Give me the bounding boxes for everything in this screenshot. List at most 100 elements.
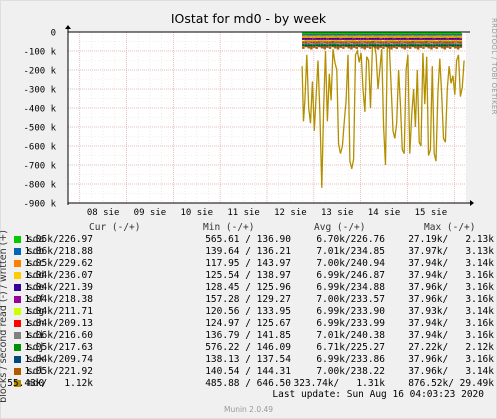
disk-band-mark — [416, 46, 420, 50]
legend-max: 37.97k/ 3.13k — [408, 246, 494, 257]
disk-band-mark — [411, 46, 415, 48]
legend-max: 27.19k/ 2.13k — [408, 234, 494, 245]
disk-band-mark — [419, 46, 423, 48]
disk-band-mark — [400, 35, 404, 37]
x-tick-label: 12 sie — [274, 208, 307, 218]
legend-max: 876.52k/ 29.49k — [408, 378, 494, 389]
disk-band-mark — [400, 41, 404, 43]
disk-band-mark — [307, 41, 310, 43]
munin-version: Munin 2.0.49 — [223, 405, 274, 414]
legend-cur: 1.05k/229.62 — [24, 258, 93, 269]
disk-band-mark — [411, 34, 415, 36]
disk-band-mark — [368, 45, 372, 46]
disk-band-mark — [302, 45, 305, 46]
x-tick-label: 14 sie — [368, 208, 401, 218]
disk-band-mark — [352, 43, 356, 45]
legend-row-sdj: sdj 1.05k/217.63 576.22 / 146.09 6.71k/225.… — [0, 342, 497, 354]
disk-band-mark — [406, 46, 409, 48]
disk-band-mark — [435, 39, 439, 40]
legend-header-avg: Avg (-/+) — [314, 222, 366, 233]
legend-max: 37.93k/ 3.14k — [408, 306, 494, 317]
disk-band-mark — [432, 46, 436, 48]
disk-band-mark — [379, 37, 383, 39]
legend-cur: 1.04k/209.13 — [24, 318, 93, 329]
disk-band-mark — [438, 46, 441, 48]
disk-band-mark — [326, 43, 329, 45]
disk-band-mark — [328, 33, 332, 34]
disk-band-mark — [339, 43, 342, 45]
legend-avg: 6.99k/233.90 — [316, 306, 385, 317]
disk-band-mark — [350, 36, 353, 38]
legend-avg: 7.00k/240.94 — [316, 258, 385, 269]
disk-band-mark — [379, 43, 383, 45]
disk-band-mark — [414, 35, 417, 37]
legend-swatch — [14, 344, 21, 351]
disk-band-mark — [363, 46, 367, 50]
disk-band-mark — [310, 36, 313, 38]
disk-band-mark — [342, 39, 345, 40]
disk-band-mark — [427, 46, 431, 49]
disk-band-mark — [368, 39, 372, 40]
legend-min: 117.95 / 143.97 — [205, 258, 291, 269]
legend-swatch — [14, 236, 21, 243]
legend-row-sdb: sdb 1.06k/218.88 139.64 / 136.21 7.01k/234.… — [0, 246, 497, 258]
y-tick-label: -900 k — [23, 200, 56, 210]
disk-band-mark — [350, 42, 353, 44]
legend-row-sdh: sdh 1.04k/209.13 124.97 / 125.67 6.99k/233.… — [0, 318, 497, 330]
disk-band-mark — [315, 33, 318, 34]
legend-cur: 55.43k/ 1.12k — [7, 378, 93, 389]
y-tick-label: -800 k — [23, 181, 56, 191]
disk-band-mark — [411, 40, 415, 42]
disk-band-mark — [368, 46, 372, 49]
y-tick-label: -100 k — [23, 48, 56, 58]
disk-band-mark — [446, 46, 449, 48]
disk-band-mark — [390, 36, 393, 38]
disk-band-mark — [395, 45, 399, 46]
disk-band-mark — [374, 46, 377, 49]
disk-band-mark — [376, 42, 380, 44]
disk-band-mark — [374, 35, 377, 37]
legend-min: 565.61 / 136.90 — [205, 234, 291, 245]
disk-band-mark — [424, 40, 428, 42]
disk-band-mark — [334, 35, 337, 37]
disk-band-mark — [432, 37, 436, 39]
legend-max: 37.96k/ 3.16k — [408, 354, 494, 365]
disk-band-mark — [443, 36, 447, 38]
disk-band-mark — [350, 46, 353, 50]
legend-cur: 1.04k/236.07 — [24, 270, 93, 281]
legend-avg: 6.99k/233.86 — [316, 354, 385, 365]
disk-band-mark — [366, 46, 369, 48]
disk-band-mark — [344, 46, 348, 48]
disk-band-mark — [422, 45, 425, 46]
legend-cur: 1.04k/221.39 — [24, 282, 93, 293]
disk-band-mark — [430, 36, 433, 38]
disk-band-mark — [310, 46, 313, 50]
legend-avg: 323.74k/ 1.31k — [293, 378, 385, 389]
disk-band-mark — [454, 46, 457, 49]
disk-band-mark — [334, 46, 337, 49]
x-tick-label: 08 sie — [87, 208, 120, 218]
x-tick-label: 10 sie — [181, 208, 214, 218]
disk-band-mark — [342, 45, 345, 46]
y-tick-label: -200 k — [23, 67, 56, 77]
legend-swatch — [14, 272, 21, 279]
disk-band-mark — [342, 46, 345, 49]
disk-band-mark — [403, 36, 407, 38]
disk-band-mark — [438, 34, 441, 36]
disk-band-mark — [366, 37, 369, 39]
disk-band-mark — [331, 34, 334, 36]
disk-band-mark — [320, 35, 324, 37]
disk-band-mark — [384, 46, 388, 48]
disk-band-mark — [392, 46, 396, 48]
last-update: Last update: Sun Aug 16 04:03:23 2020 — [272, 389, 484, 400]
y-tick-label: 0 — [51, 29, 56, 39]
disk-band-mark — [320, 46, 324, 49]
disk-band-mark — [387, 41, 391, 43]
disk-band-mark — [358, 34, 361, 36]
disk-band-mark — [403, 46, 407, 50]
disk-band-mark — [416, 36, 420, 38]
disk-band-mark — [451, 34, 455, 36]
disk-band-mark — [328, 46, 332, 49]
legend-avg: 6.99k/246.87 — [316, 270, 385, 281]
disk-band-mark — [342, 33, 345, 34]
